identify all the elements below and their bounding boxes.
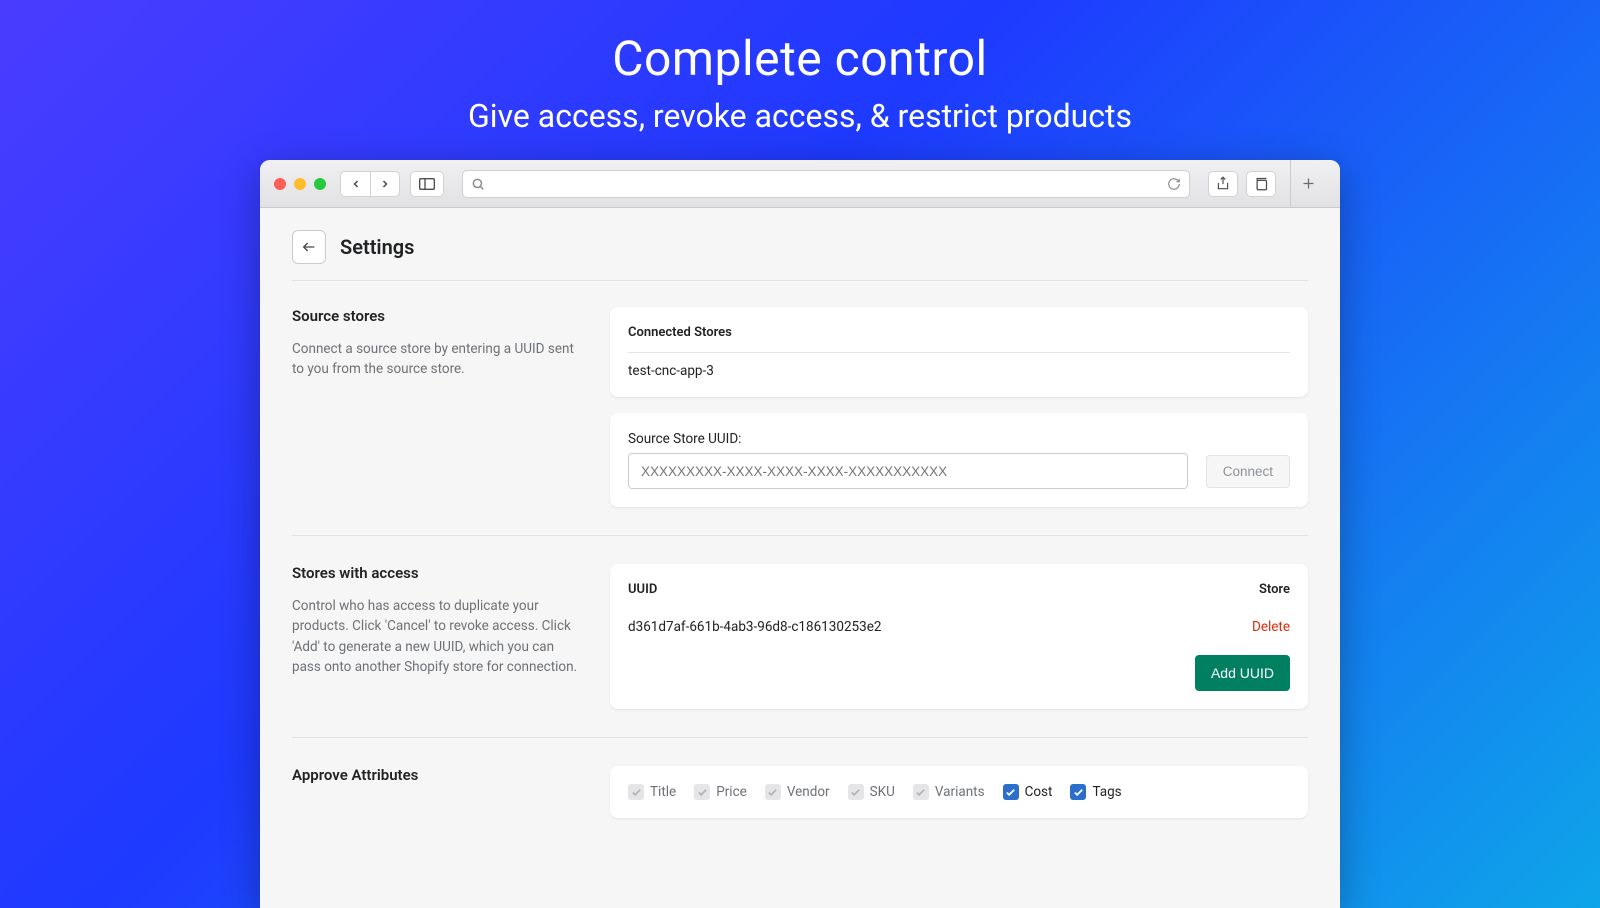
back-nav-button[interactable] (340, 171, 370, 197)
checkbox-label: Tags (1092, 784, 1121, 800)
forward-nav-button[interactable] (370, 171, 400, 197)
connected-store-row: test-cnc-app-3 (628, 352, 1290, 379)
attribute-checkbox-tags[interactable]: Tags (1070, 784, 1121, 800)
checkbox-label: Cost (1025, 784, 1053, 800)
checkbox-icon (848, 784, 864, 800)
attribute-checkbox-vendor: Vendor (765, 784, 830, 800)
app-content: Settings Source stores Connect a source … (260, 208, 1340, 908)
browser-window: Settings Source stores Connect a source … (260, 160, 1340, 908)
checkbox-icon (1003, 784, 1019, 800)
connected-stores-card: Connected Stores test-cnc-app-3 (610, 307, 1308, 397)
attribute-checkbox-variants: Variants (913, 784, 985, 800)
add-uuid-button[interactable]: Add UUID (1195, 655, 1290, 691)
reload-icon[interactable] (1167, 177, 1181, 191)
checkbox-icon (1070, 784, 1086, 800)
section-heading: Stores with access (292, 564, 582, 582)
uuid-field-label: Source Store UUID: (628, 431, 1290, 447)
checkbox-label: Vendor (787, 784, 830, 800)
divider (292, 280, 1308, 281)
page-title: Settings (340, 235, 414, 259)
approve-attributes-section: Approve Attributes Title Price Vendor SKU Va… (292, 766, 1308, 818)
minimize-window-icon[interactable] (294, 178, 306, 190)
share-button[interactable] (1208, 171, 1238, 197)
row-uuid: d361d7af-661b-4ab3-96d8-c186130253e2 (628, 619, 1252, 635)
tabs-button[interactable] (1246, 171, 1276, 197)
table-row: d361d7af-661b-4ab3-96d8-c186130253e2 Del… (628, 607, 1290, 655)
checkbox-label: Price (716, 784, 747, 800)
browser-titlebar (260, 160, 1340, 208)
checkbox-icon (694, 784, 710, 800)
section-description: Control who has access to duplicate your… (292, 596, 582, 677)
fullscreen-window-icon[interactable] (314, 178, 326, 190)
uuid-input[interactable] (628, 453, 1188, 489)
search-icon (471, 177, 485, 191)
window-controls (274, 178, 326, 190)
delete-link[interactable]: Delete (1252, 619, 1290, 635)
hero-title: Complete control (0, 30, 1600, 87)
checkbox-label: Variants (935, 784, 985, 800)
back-button[interactable] (292, 230, 326, 264)
attributes-card: Title Price Vendor SKU Variants Cost Tags (610, 766, 1308, 818)
attribute-checkbox-price: Price (694, 784, 747, 800)
uuid-entry-card: Source Store UUID: Connect (610, 413, 1308, 507)
section-heading: Source stores (292, 307, 582, 325)
col-store-header: Store (1259, 582, 1290, 597)
address-bar[interactable] (462, 170, 1190, 198)
close-window-icon[interactable] (274, 178, 286, 190)
connected-stores-label: Connected Stores (628, 325, 1290, 340)
access-table-card: UUID Store d361d7af-661b-4ab3-96d8-c1861… (610, 564, 1308, 709)
attribute-checkbox-sku: SKU (848, 784, 895, 800)
checkbox-label: Title (650, 784, 676, 800)
checkbox-icon (913, 784, 929, 800)
sidebar-toggle-button[interactable] (410, 171, 444, 197)
section-heading: Approve Attributes (292, 766, 582, 784)
checkbox-icon (765, 784, 781, 800)
new-tab-button[interactable] (1290, 160, 1326, 208)
hero-subtitle: Give access, revoke access, & restrict p… (0, 97, 1600, 135)
connect-button[interactable]: Connect (1206, 455, 1290, 488)
col-uuid-header: UUID (628, 582, 1259, 597)
stores-access-section: Stores with access Control who has acces… (292, 564, 1308, 738)
checkbox-icon (628, 784, 644, 800)
attribute-checkbox-title: Title (628, 784, 676, 800)
source-stores-section: Source stores Connect a source store by … (292, 307, 1308, 536)
checkbox-label: SKU (870, 784, 895, 800)
section-description: Connect a source store by entering a UUI… (292, 339, 582, 380)
attribute-checkbox-cost[interactable]: Cost (1003, 784, 1053, 800)
hero-banner: Complete control Give access, revoke acc… (0, 0, 1600, 135)
